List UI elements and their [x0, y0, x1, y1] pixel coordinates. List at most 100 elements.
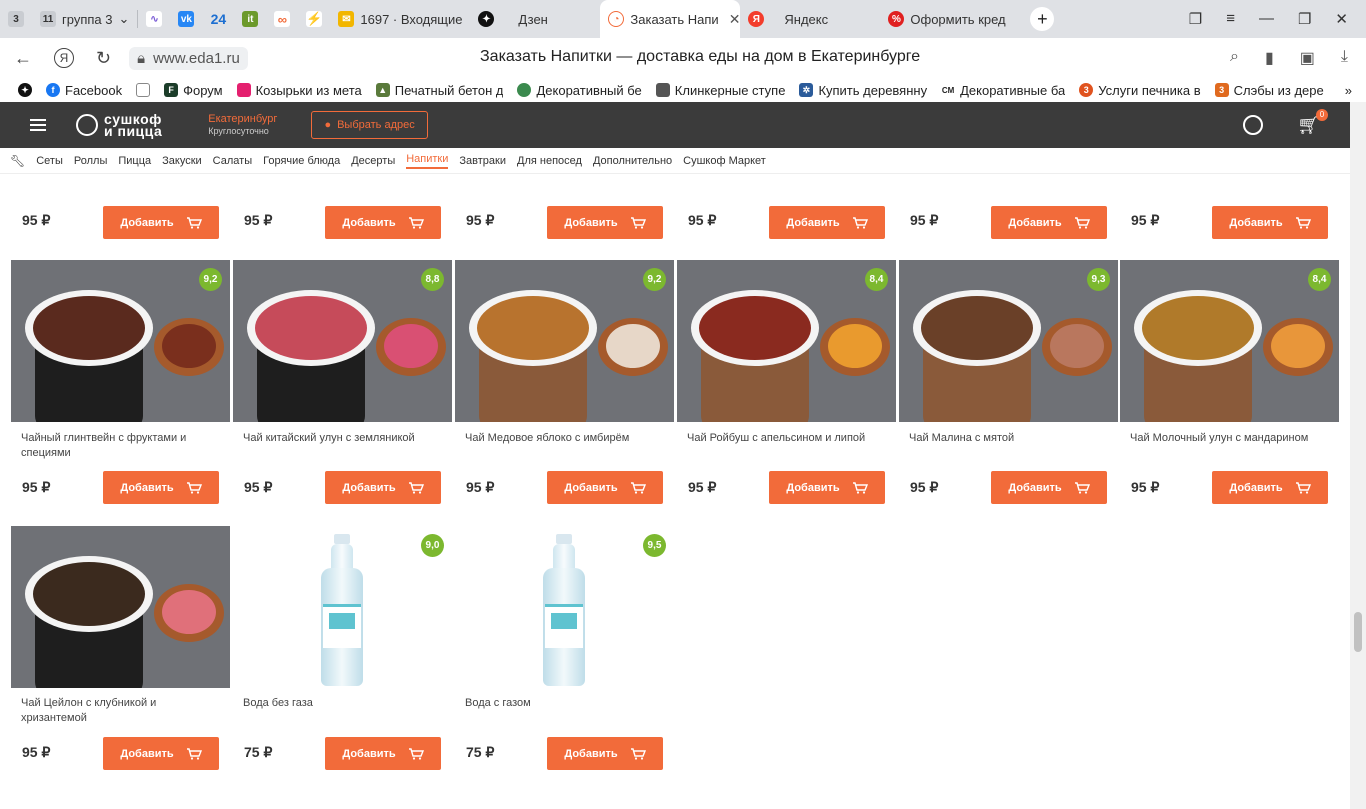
yandex-home-icon[interactable]: Я	[54, 47, 74, 68]
category-breakfasts[interactable]: Завтраки	[459, 155, 506, 167]
product-name[interactable]: Чай Ройбуш с апельсином и липой	[687, 431, 887, 446]
add-to-cart-button[interactable]: Добавить	[991, 206, 1107, 239]
category-snacks[interactable]: Закуски	[162, 155, 202, 167]
category-extras[interactable]: Дополнительно	[593, 155, 672, 167]
add-to-cart-button[interactable]: Добавить	[1212, 471, 1328, 504]
product-image[interactable]	[11, 526, 230, 688]
close-icon[interactable]: ✕	[729, 11, 741, 28]
bookmark-slab[interactable]: 3 Слэбы из дере	[1214, 83, 1324, 98]
category-pizza[interactable]: Пицца	[118, 155, 151, 167]
window-close-icon[interactable]: ✕	[1335, 10, 1348, 28]
category-drinks[interactable]: Напитки	[406, 153, 449, 169]
choose-address-button[interactable]: ● Выбрать адрес	[311, 111, 428, 139]
category-desserts[interactable]: Десерты	[351, 155, 395, 167]
product-name[interactable]: Чай Малина с мятой	[909, 431, 1109, 446]
bookmark-stairs[interactable]: Клинкерные ступе	[655, 83, 785, 98]
add-to-cart-button[interactable]: Добавить	[325, 737, 441, 770]
tab-pinned-link[interactable]: ∞	[266, 0, 298, 38]
add-to-cart-button[interactable]: Добавить	[325, 206, 441, 239]
category-sets[interactable]: Сеты	[36, 155, 63, 167]
wrench-icon[interactable]: 🔧︎	[10, 154, 25, 168]
product-image[interactable]: 9,3	[899, 260, 1118, 422]
bookmark-wood[interactable]: ✲ Купить деревянну	[799, 83, 927, 98]
bookmark-document[interactable]	[136, 83, 151, 97]
tab-pinned-flash[interactable]: ⚡	[298, 0, 330, 38]
scrollbar-thumb[interactable]	[1354, 612, 1362, 652]
extensions-icon[interactable]: ▣	[1300, 48, 1315, 68]
chevron-down-icon[interactable]: ⌄	[118, 11, 129, 27]
bookmark-decor[interactable]: Декоративный бе	[517, 83, 642, 98]
product-name[interactable]: Вода без газа	[243, 696, 443, 711]
bookmark-concrete[interactable]: ▲ Печатный бетон д	[375, 83, 503, 98]
tab-pinned-it[interactable]: it	[234, 0, 266, 38]
tab-zen[interactable]: ✦ Дзен	[470, 0, 600, 38]
reload-icon[interactable]: ↻	[96, 48, 111, 69]
back-icon[interactable]: ←	[14, 48, 32, 69]
add-to-cart-button[interactable]: Добавить	[769, 206, 885, 239]
tab-mail[interactable]: ✉ 1697 · Входящие	[330, 0, 470, 38]
category-salads[interactable]: Салаты	[213, 155, 252, 167]
url-field[interactable]: 🔒︎ www.eda1.ru	[129, 46, 248, 70]
product-image[interactable]: 8,4	[677, 260, 896, 422]
tab-credit[interactable]: % Оформить кред	[880, 0, 1020, 38]
category-market[interactable]: Сушкоф Маркет	[683, 155, 766, 167]
concrete-icon: ▲	[375, 83, 390, 97]
burger-menu-icon[interactable]	[30, 119, 46, 131]
add-to-cart-button[interactable]: Добавить	[991, 471, 1107, 504]
tab-pinned-24[interactable]: 24	[202, 0, 234, 38]
restore-icon[interactable]: ❐	[1298, 10, 1311, 28]
product-image[interactable]: 9,2	[455, 260, 674, 422]
user-icon[interactable]	[1243, 115, 1264, 135]
product-image[interactable]: 9,2	[11, 260, 230, 422]
minimize-icon[interactable]: —	[1259, 10, 1274, 28]
add-to-cart-button[interactable]: Добавить	[103, 471, 219, 504]
add-to-cart-button[interactable]: Добавить	[103, 206, 219, 239]
new-tab-button[interactable]: +	[1030, 7, 1055, 31]
add-to-cart-button[interactable]: Добавить	[547, 471, 663, 504]
search-icon[interactable]: ⌕	[1230, 48, 1239, 68]
product-name[interactable]: Чай Медовое яблоко с имбирём	[465, 431, 665, 446]
product-name[interactable]: Чайный глинтвейн с фруктами и специями	[21, 431, 221, 461]
download-icon[interactable]: ⤓	[1341, 48, 1348, 68]
tab-counter[interactable]: 3	[0, 0, 32, 38]
tab-eda-active[interactable]: ◔ Заказать Напи ✕	[600, 0, 741, 38]
header-actions: 🛒︎ 0	[1243, 108, 1350, 136]
bookmark-icon[interactable]: ▮	[1265, 48, 1274, 68]
tab-yandex[interactable]: Я Яндекс	[740, 0, 880, 38]
cart-icon[interactable]: 🛒︎ 0	[1297, 108, 1328, 136]
city-selector[interactable]: Екатеринбург Круглосуточно	[208, 113, 277, 137]
rating-badge: 8,8	[421, 268, 444, 291]
add-to-cart-button[interactable]: Добавить	[103, 737, 219, 770]
product-image[interactable]: 9,5	[455, 526, 674, 688]
site-logo[interactable]: сушкоф и пицца	[76, 112, 162, 138]
product-image[interactable]: 9,0	[233, 526, 452, 688]
category-kids[interactable]: Для непосед	[517, 155, 582, 167]
add-to-cart-button[interactable]: Добавить	[325, 471, 441, 504]
bookmark-forum[interactable]: F Форум	[164, 83, 223, 98]
menu-icon[interactable]: ≡	[1226, 10, 1235, 28]
product-name[interactable]: Вода с газом	[465, 696, 665, 711]
product-name[interactable]: Чай Молочный улун с мандарином	[1130, 431, 1330, 446]
add-to-cart-button[interactable]: Добавить	[769, 471, 885, 504]
tab-pinned-vk[interactable]: vk	[170, 0, 202, 38]
add-to-cart-button[interactable]: Добавить	[547, 737, 663, 770]
add-to-cart-button[interactable]: Добавить	[547, 206, 663, 239]
add-to-cart-button[interactable]: Добавить	[1212, 206, 1328, 239]
bookmark-facebook[interactable]: f Facebook	[46, 83, 122, 98]
category-rolls[interactable]: Роллы	[74, 155, 107, 167]
product-image[interactable]: 8,4	[1120, 260, 1339, 422]
bookmark-cm[interactable]: CM Декоративные ба	[941, 83, 1065, 98]
tab-pinned-chart[interactable]: ∿	[138, 0, 170, 38]
cart-icon	[186, 216, 202, 229]
product-name[interactable]: Чай Цейлон с клубникой и хризантемой	[21, 696, 221, 726]
bookmark-canopy[interactable]: Козырьки из мета	[236, 83, 362, 98]
product-name[interactable]: Чай китайский улун с земляникой	[243, 431, 443, 446]
vertical-scrollbar[interactable]	[1350, 102, 1366, 809]
chevron-right-icon[interactable]: »	[1345, 83, 1366, 98]
bookmark-zen[interactable]: ✦	[18, 83, 32, 97]
tab-group[interactable]: 11 группа 3 ⌄	[32, 0, 137, 38]
bookmark-stove[interactable]: 3 Услуги печника в	[1079, 83, 1201, 98]
product-image[interactable]: 8,8	[233, 260, 452, 422]
tabs-overview-icon[interactable]: ❐	[1189, 10, 1202, 28]
category-hot-dishes[interactable]: Горячие блюда	[263, 155, 340, 167]
